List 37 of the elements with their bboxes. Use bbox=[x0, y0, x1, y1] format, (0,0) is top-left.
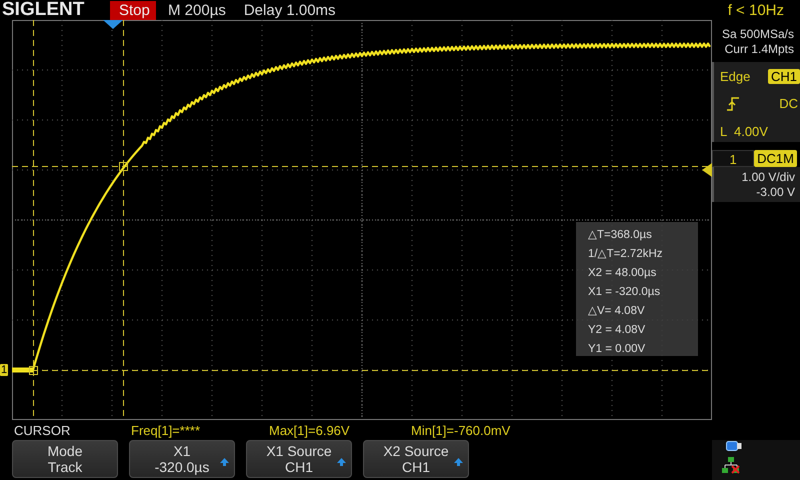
softkey-button[interactable]: Mode Track bbox=[12, 440, 118, 478]
memory-depth-label: Curr 1.4Mpts bbox=[724, 42, 794, 56]
cursor-readout-value: △V= 4.08V bbox=[587, 304, 646, 319]
softkey-button[interactable]: X1 Source CH1 bbox=[246, 440, 352, 478]
cursor-marker-icon bbox=[29, 366, 38, 375]
vertical-scale-label: 1.00 V/div bbox=[742, 170, 795, 184]
timebase-label: M 200µs bbox=[168, 2, 226, 18]
trigger-level-label: L 4.00V bbox=[720, 124, 768, 140]
trigger-level-icon[interactable] bbox=[702, 163, 712, 177]
vertical-offset-label: -3.00 V bbox=[756, 185, 795, 199]
trigger-type-label: Edge bbox=[720, 68, 752, 84]
cursor-readout-value: Y2 = 4.08V bbox=[587, 323, 646, 338]
measurement-value: Max[1]=6.96V bbox=[269, 422, 351, 438]
cursor-readout-value: X2 = 48.00µs bbox=[587, 266, 658, 281]
measurement-value: Freq[1]=**** bbox=[131, 422, 202, 438]
cursor-readout-value: Y1 = 0.00V bbox=[587, 342, 646, 357]
channel-number[interactable]: 1 bbox=[712, 150, 754, 167]
run-state-indicator: Stop bbox=[110, 0, 156, 20]
network-disconnected-icon bbox=[722, 457, 740, 474]
cursor-readout-value: △T=368.0µs bbox=[587, 228, 653, 243]
ground-marker[interactable]: 1 bbox=[0, 364, 8, 376]
delay-label: Delay 1.00ms bbox=[244, 2, 336, 18]
softkey-button[interactable]: X1 -320.0µs bbox=[129, 440, 235, 478]
brand-logo: SIGLENT bbox=[2, 0, 86, 21]
softkey-button[interactable]: X2 Source CH1 bbox=[363, 440, 469, 478]
cursor-readout-value: 1/△T=2.72kHz bbox=[587, 247, 664, 262]
trigger-source-tag: CH1 bbox=[768, 68, 800, 84]
menu-title: CURSOR bbox=[13, 422, 72, 438]
cursor-readout-value: X1 = -320.0µs bbox=[587, 285, 662, 300]
rising-edge-icon bbox=[726, 96, 740, 111]
usb-icon bbox=[726, 441, 742, 451]
channel-coupling-tag: DC1M bbox=[754, 150, 797, 167]
cursor-marker-icon bbox=[119, 162, 128, 171]
trigger-frequency-label: f < 10Hz bbox=[728, 2, 784, 18]
trigger-coupling-label: DC bbox=[779, 96, 799, 112]
sample-rate-label: Sa 500MSa/s bbox=[722, 26, 794, 40]
measurement-value: Min[1]=-760.0mV bbox=[411, 422, 512, 438]
